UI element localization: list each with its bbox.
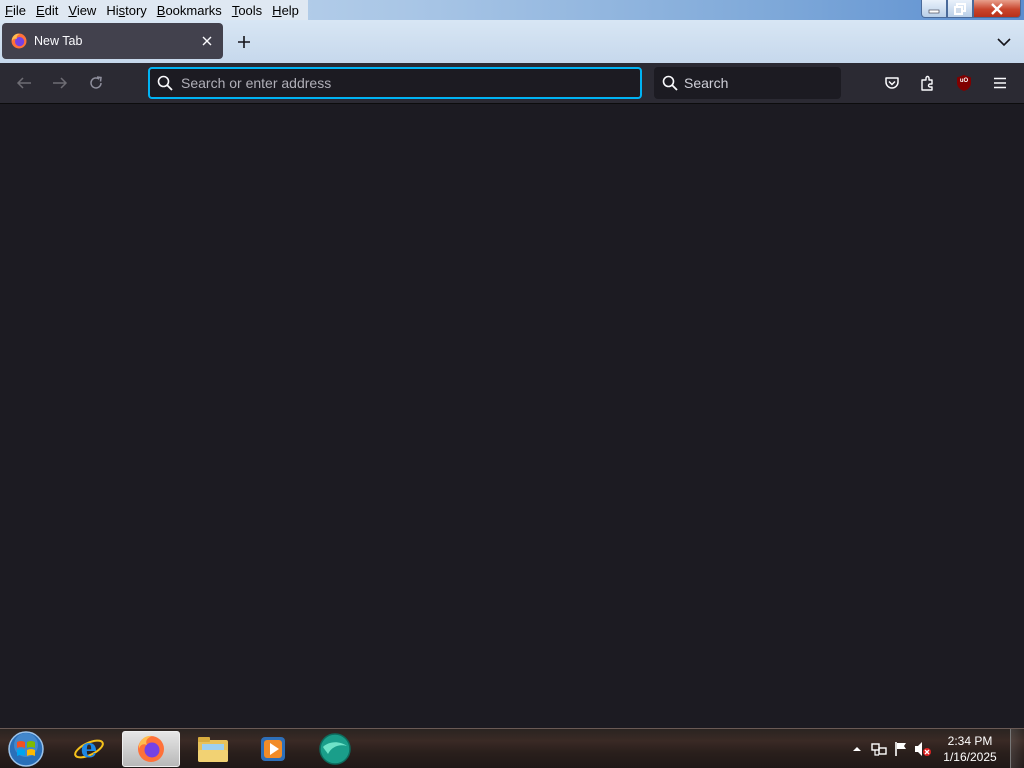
forward-arrow-icon — [53, 77, 68, 89]
menu-help[interactable]: Help — [267, 0, 304, 20]
internet-explorer-icon: e — [74, 734, 104, 764]
clock-date: 1/16/2025 — [943, 750, 997, 764]
windows-start-icon — [8, 731, 44, 767]
network-icon — [871, 743, 887, 756]
menu-bookmarks[interactable]: Bookmarks — [152, 0, 227, 20]
back-button[interactable] — [10, 69, 38, 97]
list-all-tabs-button[interactable] — [990, 28, 1018, 56]
menu-file[interactable]: File — [0, 0, 31, 20]
restore-button[interactable] — [947, 0, 973, 18]
pocket-icon — [885, 77, 899, 89]
chevron-down-icon — [997, 38, 1011, 47]
firefox-icon — [11, 33, 27, 49]
taskbar-media-player[interactable] — [244, 731, 302, 767]
taskbar-network-globe[interactable] — [306, 731, 364, 767]
close-icon — [991, 2, 1003, 15]
new-tab-button[interactable] — [230, 28, 258, 56]
tab-strip: New Tab — [0, 20, 1024, 63]
network-tray-button[interactable] — [868, 738, 890, 760]
extensions-icon — [921, 75, 933, 91]
menu-bar: File Edit View History Bookmarks Tools H… — [0, 0, 308, 20]
svg-text:e: e — [81, 734, 98, 764]
clock[interactable]: 2:34 PM 1/16/2025 — [934, 733, 1006, 765]
ublock-label: uO — [959, 78, 969, 84]
close-window-button[interactable] — [973, 0, 1021, 18]
search-input[interactable] — [684, 75, 834, 91]
firefox-icon — [138, 735, 164, 762]
minimize-icon — [928, 9, 940, 13]
window-controls — [921, 0, 1021, 18]
taskbar: e 2:34 PM 1/16/2025 — [0, 728, 1024, 768]
page-content[interactable] — [0, 104, 1024, 728]
search-icon — [662, 75, 678, 91]
address-bar[interactable] — [148, 67, 642, 99]
taskbar-file-explorer[interactable] — [184, 731, 242, 767]
start-button[interactable] — [4, 729, 48, 768]
action-center-button[interactable] — [890, 738, 912, 760]
ublock-origin-button[interactable]: uO — [950, 69, 978, 97]
menu-history[interactable]: History — [101, 0, 151, 20]
menu-view[interactable]: View — [63, 0, 101, 20]
reload-button[interactable] — [82, 69, 110, 97]
app-menu-button[interactable] — [986, 69, 1014, 97]
forward-button[interactable] — [46, 69, 74, 97]
file-explorer-icon — [198, 737, 228, 762]
address-input[interactable] — [181, 75, 611, 91]
volume-muted-icon — [915, 742, 931, 756]
taskbar-firefox[interactable] — [122, 731, 180, 767]
show-hidden-icons-button[interactable] — [846, 738, 868, 760]
pocket-button[interactable] — [878, 69, 906, 97]
plus-icon — [238, 36, 250, 48]
reload-icon — [90, 76, 102, 89]
clock-time: 2:34 PM — [947, 734, 993, 748]
menu-tools[interactable]: Tools — [227, 0, 267, 20]
back-arrow-icon — [16, 77, 31, 89]
search-bar[interactable] — [654, 67, 841, 99]
hamburger-menu-icon — [994, 77, 1006, 89]
window-title-bar[interactable]: File Edit View History Bookmarks Tools H… — [0, 0, 1024, 20]
media-player-icon — [261, 737, 285, 761]
extensions-button[interactable] — [914, 69, 942, 97]
chevron-up-icon — [853, 747, 861, 751]
tab-title: New Tab — [34, 34, 83, 48]
navigation-toolbar: uO — [0, 63, 1024, 104]
tab-new-tab[interactable]: New Tab — [2, 23, 223, 59]
menu-edit[interactable]: Edit — [31, 0, 63, 20]
tab-close-button[interactable] — [195, 29, 219, 53]
flag-icon — [895, 742, 906, 756]
volume-button[interactable] — [912, 738, 934, 760]
close-icon — [202, 36, 212, 46]
restore-icon — [954, 2, 966, 15]
minimize-button[interactable] — [921, 0, 947, 18]
show-desktop-button[interactable] — [1010, 729, 1024, 768]
search-icon — [157, 75, 173, 91]
taskbar-internet-explorer[interactable]: e — [60, 731, 118, 767]
system-tray: 2:34 PM 1/16/2025 — [846, 729, 1024, 768]
network-globe-icon — [319, 733, 351, 765]
